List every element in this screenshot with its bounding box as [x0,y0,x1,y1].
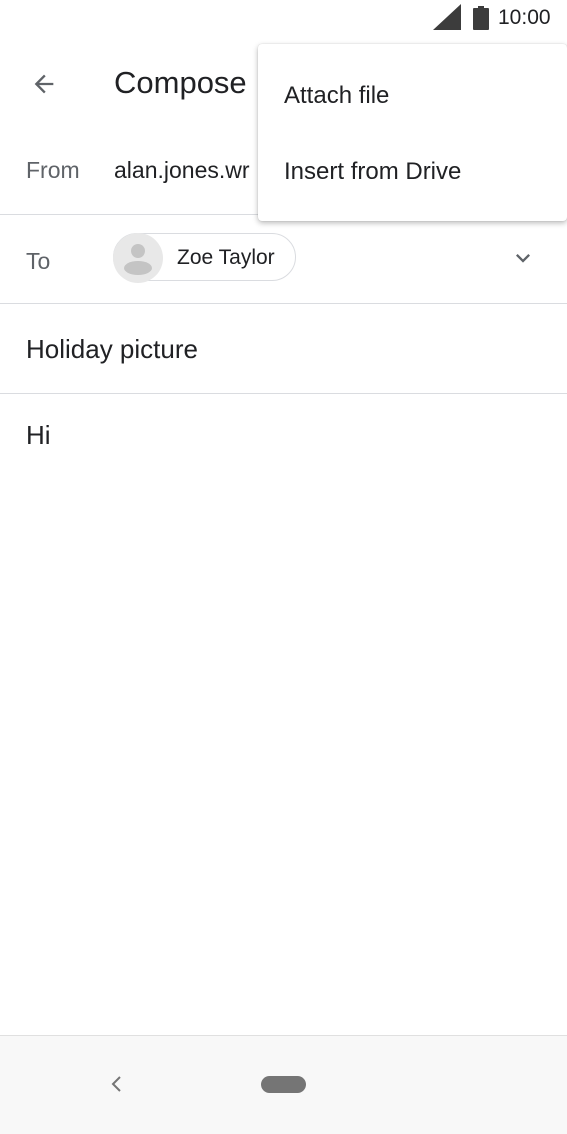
subject-field[interactable]: Holiday picture [0,304,567,393]
recipient-name: Zoe Taylor [177,246,275,269]
page-title: Compose [114,65,247,100]
status-time: 10:00 [498,6,551,29]
body-field[interactable]: Hi [0,394,567,1034]
expand-recipients-button[interactable] [502,237,544,279]
cellular-signal-icon [433,4,461,30]
nav-back-button[interactable] [100,1068,132,1100]
back-button[interactable] [14,54,74,114]
chevron-down-icon [516,254,530,263]
attach-menu: Attach file Insert from Drive [258,44,567,221]
menu-item-attach-file[interactable]: Attach file [258,58,567,134]
menu-item-insert-from-drive[interactable]: Insert from Drive [258,134,567,210]
to-row: To Zoe Taylor [0,215,567,303]
system-nav-bar [0,1035,567,1134]
battery-icon [473,6,489,30]
nav-back-icon [111,1076,121,1092]
arrow-back-icon [34,74,54,94]
from-label: From [26,157,80,183]
body-value: Hi [26,420,51,450]
recipient-chip[interactable]: Zoe Taylor [113,233,296,283]
menu-item-label: Attach file [284,82,390,109]
subject-value: Holiday picture [26,334,198,364]
status-bar: 10:00 [0,0,567,40]
menu-item-label: Insert from Drive [284,158,462,185]
compose-screen: 10:00 Compose From alan.jones.wr To Zoe … [0,0,567,1134]
nav-home-pill-icon[interactable] [261,1076,306,1093]
from-account-selector[interactable]: alan.jones.wr [114,157,250,184]
person-avatar-icon [113,233,163,283]
to-label: To [26,248,51,274]
